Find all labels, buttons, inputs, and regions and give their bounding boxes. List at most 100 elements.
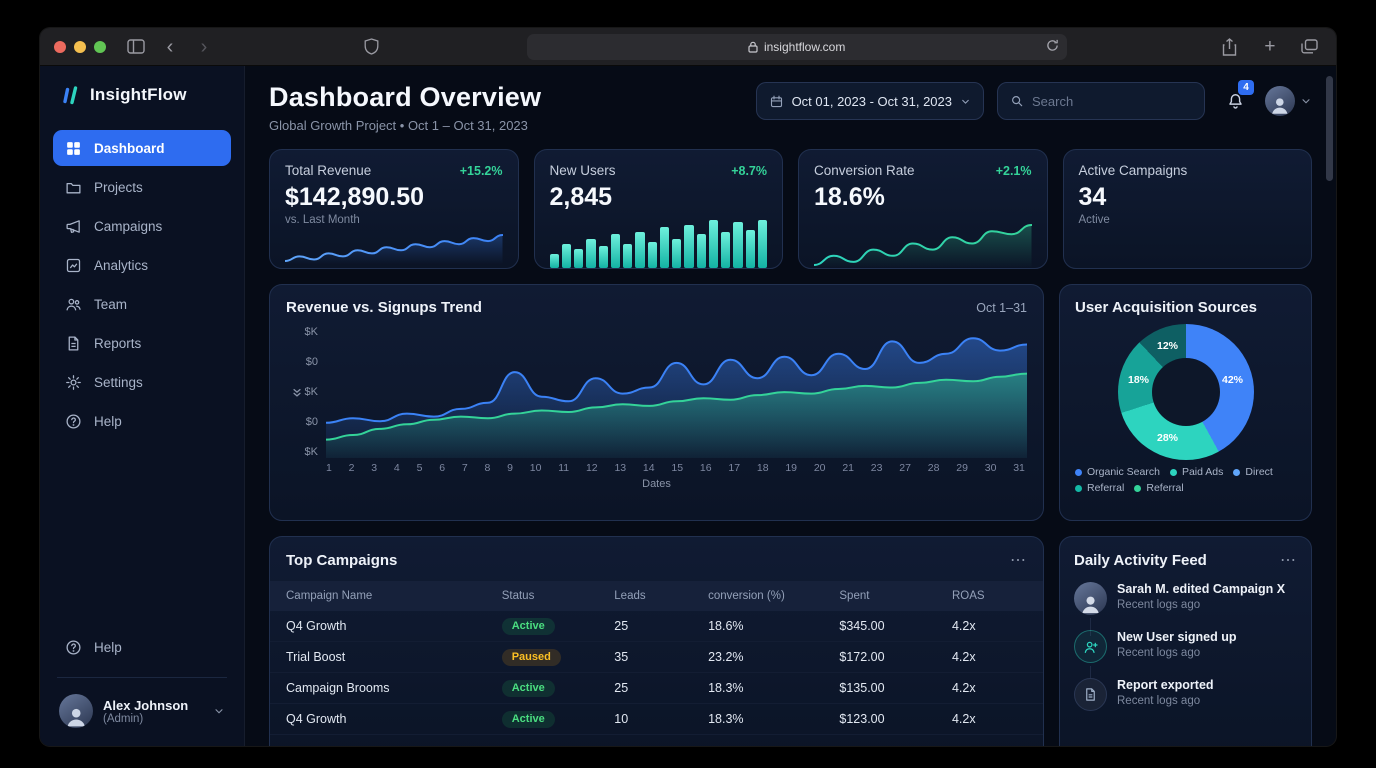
trend-x-axis: 1234567891011121314151617181920212327282… <box>326 462 1025 474</box>
user-plus-icon <box>1074 630 1107 663</box>
minimize-window-button[interactable] <box>74 41 86 53</box>
x-tick: 8 <box>484 462 490 474</box>
mini-bar <box>623 244 632 268</box>
document-icon <box>65 334 83 352</box>
cell-campaign-name: Trial Boost <box>286 650 502 664</box>
sidebar-item-dashboard[interactable]: Dashboard <box>53 130 231 166</box>
notifications-button[interactable]: 4 <box>1218 82 1252 120</box>
forward-icon[interactable]: › <box>192 35 216 59</box>
x-tick: 21 <box>842 462 854 474</box>
mini-bar <box>574 249 583 268</box>
address-bar[interactable]: insightflow.com <box>527 34 1067 60</box>
cell-spent: $172.00 <box>839 650 952 664</box>
status-badge: Paused <box>502 649 561 666</box>
notification-badge: 4 <box>1238 80 1254 95</box>
feed-item[interactable]: New User signed up Recent logs ago <box>1074 630 1297 663</box>
cell-leads: 35 <box>614 650 708 664</box>
slice-label: 28% <box>1157 432 1178 444</box>
sidebar-item-help[interactable]: Help <box>53 403 231 439</box>
cell-conversion: 23.2% <box>708 650 839 664</box>
sidebar-footer-help[interactable]: Help <box>53 629 231 665</box>
divider <box>57 677 227 678</box>
feed-item[interactable]: Sarah M. edited Campaign X Recent logs a… <box>1074 582 1297 615</box>
legend-item: Paid Ads <box>1170 466 1223 478</box>
feed-item-title: New User signed up <box>1117 630 1236 644</box>
sidebar-item-team[interactable]: Team <box>53 286 231 322</box>
help-icon <box>65 638 83 656</box>
x-tick: 5 <box>417 462 423 474</box>
page-title: Dashboard Overview <box>269 82 541 113</box>
privacy-shield-icon[interactable] <box>359 35 383 59</box>
mini-bar <box>709 220 718 268</box>
table-row[interactable]: Q4 Growth Active 25 18.6% $345.00 4.2x <box>270 611 1043 642</box>
slice-label: 18% <box>1128 374 1149 386</box>
x-tick: 16 <box>700 462 712 474</box>
zoom-window-button[interactable] <box>94 41 106 53</box>
mini-bar <box>586 239 595 268</box>
analytics-chart-icon <box>65 256 83 274</box>
x-tick: 19 <box>785 462 797 474</box>
x-tick: 7 <box>462 462 468 474</box>
user-menu[interactable]: Alex Johnson (Admin) <box>53 690 231 732</box>
x-tick: 10 <box>530 462 542 474</box>
mini-bar <box>635 232 644 268</box>
cell-roas: 4.2x <box>952 650 1027 664</box>
mini-bar <box>672 239 681 268</box>
kpi-label: Conversion Rate <box>814 163 915 178</box>
gear-icon <box>65 373 83 391</box>
feed-item-time: Recent logs ago <box>1117 647 1236 659</box>
cell-campaign-name: Q4 Growth <box>286 619 502 633</box>
top-campaigns-card: Top Campaigns ⋯ Campaign Name Status Lea… <box>269 536 1044 746</box>
reload-icon[interactable] <box>1046 39 1059 52</box>
donut-chart-title: User Acquisition Sources <box>1075 299 1257 316</box>
feed-item[interactable]: Report exported Recent logs ago <box>1074 678 1297 711</box>
sidebar-item-campaigns[interactable]: Campaigns <box>53 208 231 244</box>
legend-dot <box>1134 485 1141 492</box>
profile-menu[interactable] <box>1265 86 1312 116</box>
search-input[interactable] <box>1032 94 1192 109</box>
chevron-down-icon <box>213 705 225 717</box>
trend-chart-card: Revenue vs. Signups Trend Oct 1–31 $K $0 <box>269 284 1044 521</box>
table-row[interactable]: Campaign Brooms Active 25 18.3% $135.00 … <box>270 673 1043 704</box>
trend-chart-period: Oct 1–31 <box>976 301 1027 315</box>
mini-bar <box>648 242 657 268</box>
x-tick: 6 <box>439 462 445 474</box>
kpi-value: 2,845 <box>550 183 768 212</box>
share-icon[interactable] <box>1218 35 1242 59</box>
new-users-bar-chart <box>550 220 768 268</box>
close-window-button[interactable] <box>54 41 66 53</box>
date-range-picker[interactable]: Oct 01, 2023 - Oct 31, 2023 <box>756 82 984 120</box>
kpi-value: $142,890.50 <box>285 183 503 212</box>
x-tick: 3 <box>371 462 377 474</box>
sidebar-item-analytics[interactable]: Analytics <box>53 247 231 283</box>
feed-menu-button[interactable]: ⋯ <box>1280 550 1297 570</box>
table-row[interactable]: Trial Boost Paused 35 23.2% $172.00 4.2x <box>270 642 1043 673</box>
sidebar-item-label: Analytics <box>94 258 148 273</box>
user-avatar <box>59 694 93 728</box>
search-field[interactable] <box>997 82 1205 120</box>
sidebar-item-reports[interactable]: Reports <box>53 325 231 361</box>
scrollbar[interactable] <box>1326 76 1333 181</box>
slice-label: 12% <box>1157 340 1178 352</box>
tab-overview-icon[interactable] <box>1298 35 1322 59</box>
table-menu-button[interactable]: ⋯ <box>1010 550 1027 570</box>
status-badge: Active <box>502 680 555 697</box>
new-tab-icon[interactable]: + <box>1258 35 1282 59</box>
mini-bar <box>660 227 669 268</box>
mini-bar <box>758 220 767 268</box>
people-icon <box>65 295 83 313</box>
search-icon <box>1010 94 1024 108</box>
table-row[interactable]: Q4 Growth Active 10 18.3% $123.00 4.2x <box>270 704 1043 735</box>
cell-roas: 4.2x <box>952 681 1027 695</box>
chevron-down-icon <box>1300 95 1312 107</box>
donut-ring: 42%28%18%12% <box>1118 324 1254 460</box>
trend-chart-title: Revenue vs. Signups Trend <box>286 299 482 316</box>
sidebar-item-projects[interactable]: Projects <box>53 169 231 205</box>
x-tick: 30 <box>985 462 997 474</box>
sidebar-item-settings[interactable]: Settings <box>53 364 231 400</box>
sidebar-toggle-icon[interactable] <box>124 35 148 59</box>
date-range-value: Oct 01, 2023 - Oct 31, 2023 <box>792 94 952 109</box>
back-icon[interactable]: ‹ <box>158 35 182 59</box>
user-name: Alex Johnson <box>103 698 203 713</box>
y-axis-collapse-icon[interactable] <box>292 387 302 398</box>
